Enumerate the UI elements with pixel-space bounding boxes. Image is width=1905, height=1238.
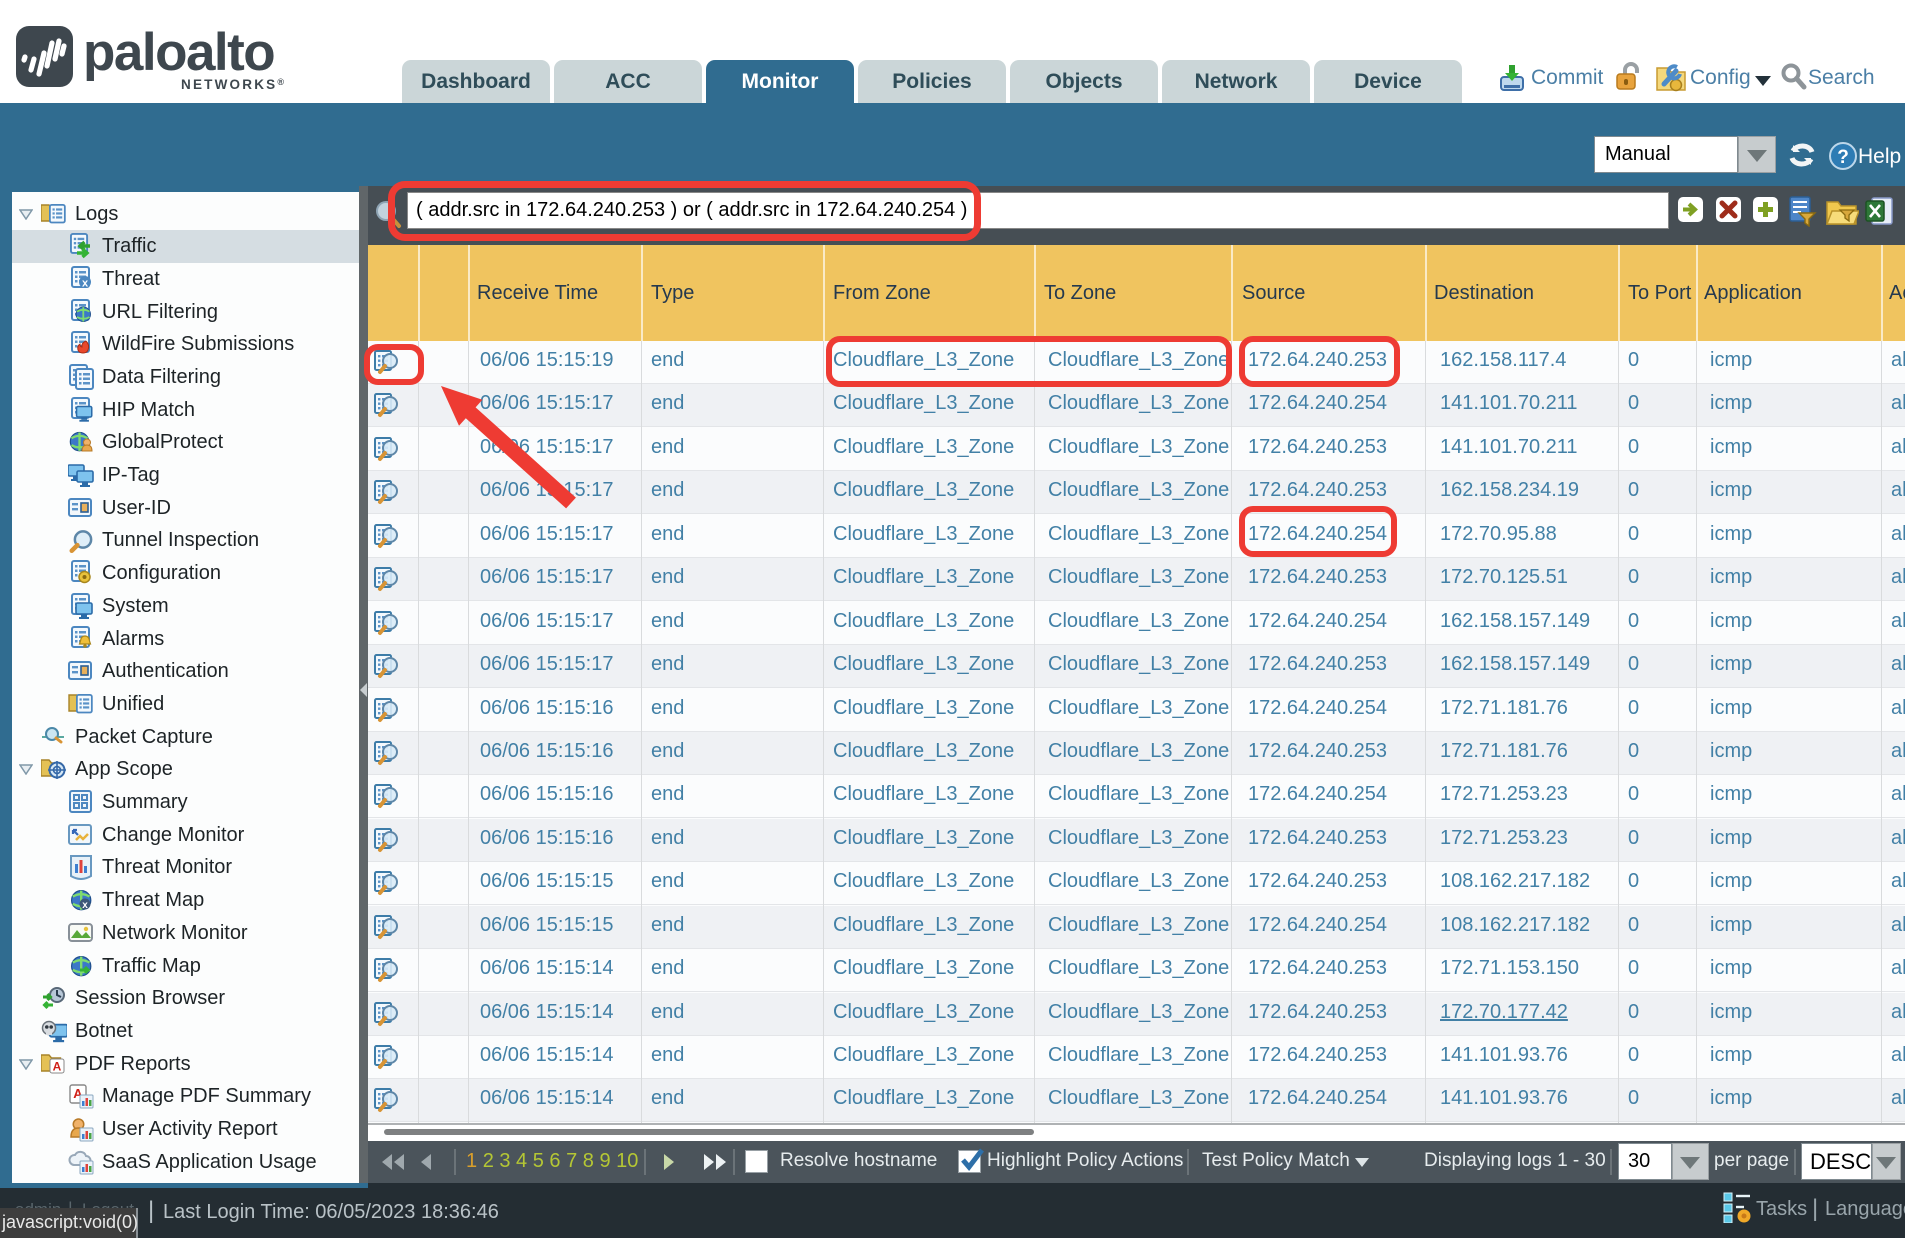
svg-text:x: x: [82, 278, 89, 290]
svg-text:x: x: [82, 900, 88, 911]
svg-text:A: A: [53, 1060, 62, 1074]
svg-text:?: ?: [1837, 147, 1849, 168]
